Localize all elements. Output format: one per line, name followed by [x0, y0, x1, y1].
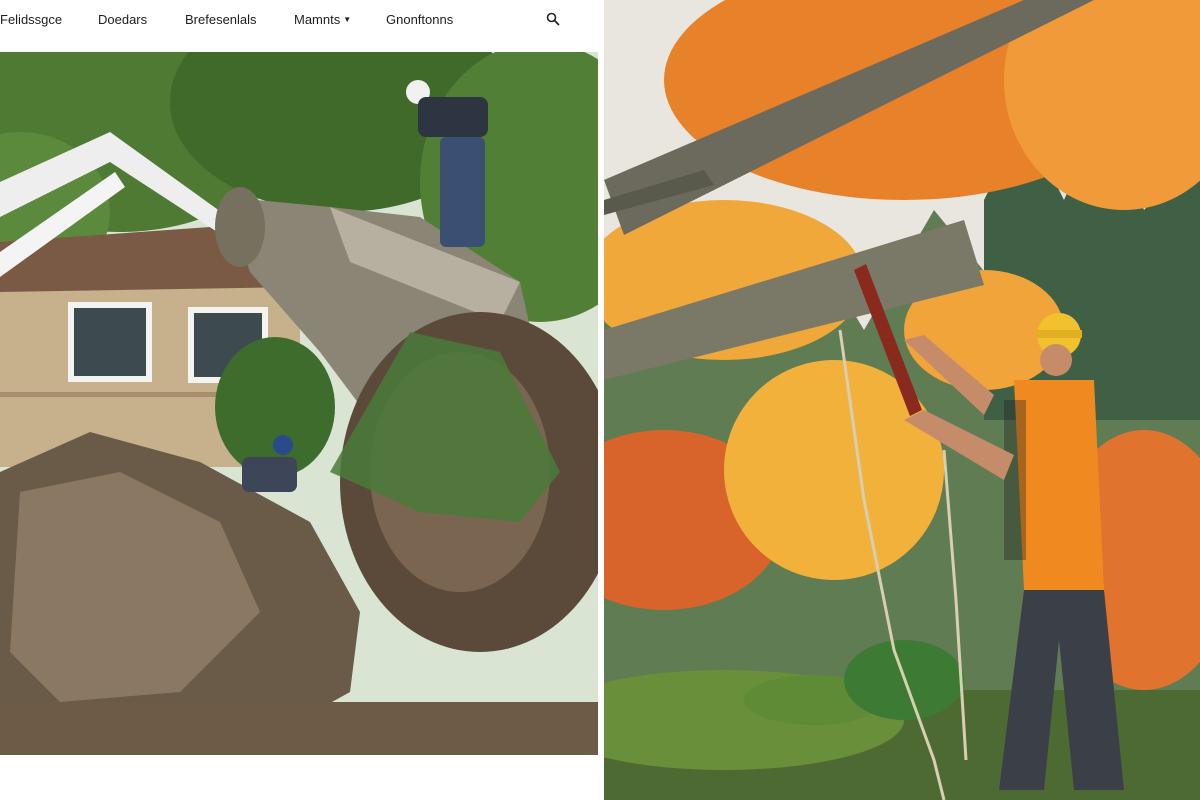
nav-item-3[interactable]: Mamnts ▼: [294, 12, 351, 27]
nav-item-2[interactable]: Brefesenlals: [185, 12, 257, 27]
left-column: Felidssgce Doedars Brefesenlals Mamnts ▼ …: [0, 0, 600, 800]
search-icon[interactable]: [546, 12, 564, 30]
top-navigation: Felidssgce Doedars Brefesenlals Mamnts ▼ …: [0, 0, 600, 42]
nav-item-3-label: Mamnts: [294, 12, 341, 27]
chevron-down-icon: ▼: [343, 15, 352, 24]
nav-item-1[interactable]: Doedars: [98, 12, 147, 27]
storm-damage-photo: [0, 52, 598, 755]
nav-item-4[interactable]: Gnonftonns: [386, 12, 453, 27]
site-brand[interactable]: Felidssgce: [0, 12, 62, 27]
arborist-pruning-photo: [604, 0, 1200, 800]
